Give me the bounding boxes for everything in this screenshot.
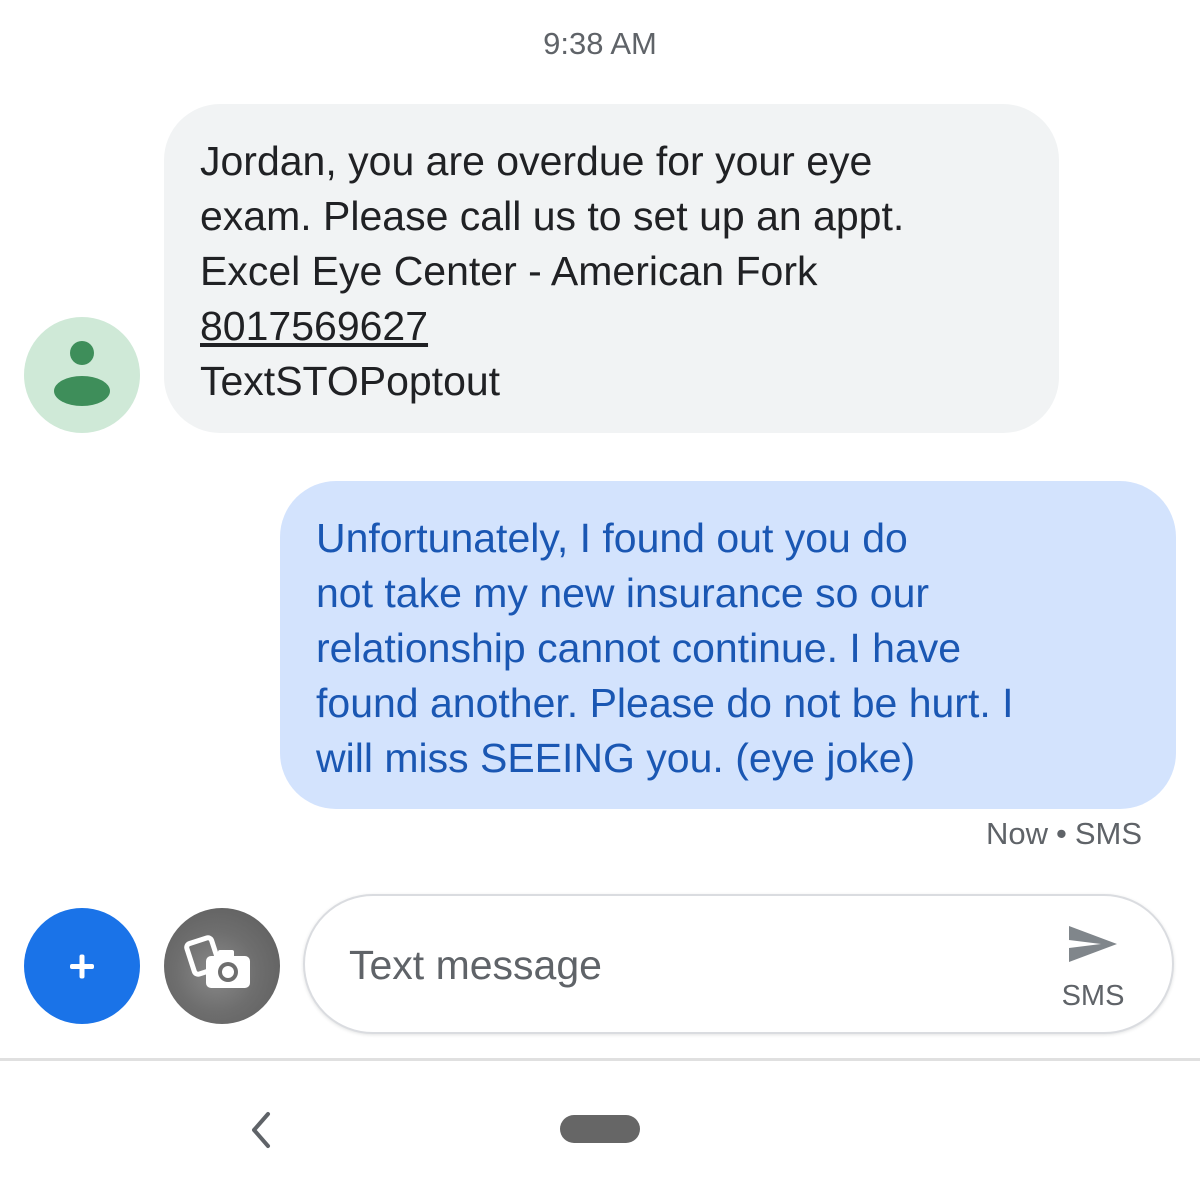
outgoing-message-line: will miss SEEING you. (eye joke): [316, 735, 916, 781]
plus-icon: [70, 954, 94, 979]
home-pill-icon[interactable]: [560, 1115, 640, 1143]
status-type: SMS: [1074, 816, 1142, 851]
messages-screen: 9:38 AM Jordan, you are overdue for your…: [0, 0, 1200, 1199]
camera-icon: [184, 935, 250, 988]
message-input[interactable]: [347, 934, 971, 996]
person-icon: [54, 341, 110, 406]
phone-number-link[interactable]: 8017569627: [200, 303, 428, 349]
send-sms-button[interactable]: SMS: [1043, 914, 1143, 1024]
send-label: SMS: [1061, 980, 1125, 1012]
outgoing-message-bubble[interactable]: Unfortunately, I found out you do not ta…: [280, 481, 1176, 809]
status-separator: •: [1055, 816, 1067, 851]
outgoing-message-line: relationship cannot continue. I have: [316, 625, 962, 671]
incoming-message-line: Excel Eye Center - American Fork: [200, 248, 818, 294]
message-status: Now • SMS: [986, 816, 1142, 852]
status-time: Now: [985, 816, 1048, 851]
send-icon: [1069, 926, 1117, 962]
incoming-message-line: Jordan, you are overdue for your eye: [200, 138, 873, 184]
incoming-message-line: exam. Please call us to set up an appt.: [200, 193, 905, 239]
optout-text: TextSTOPoptout: [200, 358, 501, 404]
compose-box: SMS: [303, 894, 1174, 1034]
back-button[interactable]: [240, 1108, 280, 1152]
incoming-message-bubble[interactable]: Jordan, you are overdue for your eye exa…: [164, 104, 1059, 433]
outgoing-message-line: Unfortunately, I found out you do: [316, 515, 908, 561]
outgoing-message-line: not take my new insurance so our: [316, 570, 930, 616]
message-timestamp: 9:38 AM: [543, 26, 657, 61]
camera-gallery-button[interactable]: [164, 908, 280, 1024]
nav-divider: [0, 1058, 1200, 1061]
add-attachment-button[interactable]: [24, 908, 140, 1024]
contact-avatar[interactable]: [24, 317, 140, 433]
back-chevron-icon: [252, 1112, 270, 1148]
outgoing-message-line: found another. Please do not be hurt. I: [316, 680, 1014, 726]
